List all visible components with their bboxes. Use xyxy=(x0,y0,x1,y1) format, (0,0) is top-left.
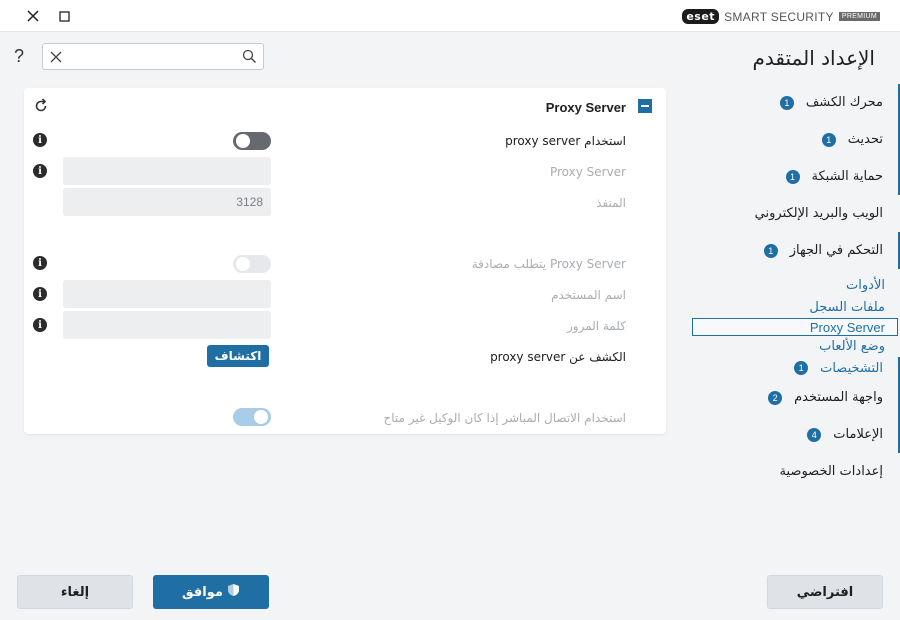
notification-badge: 1 xyxy=(821,132,836,147)
use-proxy-label: استخدام proxy server xyxy=(505,134,626,148)
sidebar-item-label: حماية الشبكة xyxy=(811,169,883,184)
sidebar-item-user-interface[interactable]: واجهة المستخدم 2 xyxy=(688,379,900,416)
notification-badge: 1 xyxy=(785,169,800,184)
password-field[interactable] xyxy=(63,311,271,339)
sidebar-item-notifications[interactable]: الإعلامات 4 xyxy=(688,416,900,453)
search-icon[interactable] xyxy=(242,49,257,64)
requires-auth-label: Proxy Server يتطلب مصادقة xyxy=(471,257,626,271)
ok-button-label: موافق xyxy=(182,584,223,600)
info-icon[interactable]: i xyxy=(33,318,47,332)
collapse-icon[interactable] xyxy=(638,99,652,113)
proxy-server-field[interactable] xyxy=(63,157,271,185)
sidebar-item-label: واجهة المستخدم xyxy=(794,390,883,405)
sidebar-item-web-email[interactable]: الويب والبريد الإلكتروني xyxy=(688,195,900,232)
toggle-knob xyxy=(236,257,250,271)
maximize-icon[interactable] xyxy=(54,6,74,26)
eset-logo: eset xyxy=(682,9,720,24)
port-label: المنفذ xyxy=(596,196,626,210)
proxy-server-panel: Proxy Server i استخدام proxy server i Pr… xyxy=(24,88,666,434)
sidebar-subitem-proxy-server[interactable]: Proxy Server xyxy=(692,318,898,336)
product-tier: PREMIUM xyxy=(838,12,880,21)
page-title: الإعداد المتقدم xyxy=(752,46,875,70)
sidebar: محرك الكشف 1 تحديث 1 حماية الشبكة 1 الويب و… xyxy=(688,84,900,490)
info-icon[interactable]: i xyxy=(33,133,47,147)
sidebar-item-device-control[interactable]: التحكم في الجهاز 1 xyxy=(688,232,900,269)
sidebar-item-label: إعدادات الخصوصية xyxy=(779,464,883,479)
sidebar-item-label: محرك الكشف xyxy=(805,95,883,110)
cancel-button[interactable]: إلغاء xyxy=(17,575,133,609)
sidebar-item-label: الإعلامات xyxy=(833,427,883,442)
notification-badge: 1 xyxy=(794,361,809,375)
direct-fallback-toggle[interactable] xyxy=(233,408,271,426)
shield-icon xyxy=(227,583,240,601)
sidebar-tools-group: الأدوات ملفات السجل Proxy Server وضع الأ… xyxy=(688,273,900,379)
search-box xyxy=(42,43,264,70)
sidebar-subitem-log-files[interactable]: ملفات السجل xyxy=(688,297,900,318)
info-icon[interactable]: i xyxy=(33,287,47,301)
requires-auth-toggle[interactable] xyxy=(233,255,271,273)
sidebar-item-label: التحكم في الجهاز xyxy=(789,243,883,258)
notification-badge: 4 xyxy=(807,427,822,442)
detect-proxy-label: الكشف عن proxy server xyxy=(490,350,626,364)
port-field[interactable] xyxy=(63,188,271,216)
sidebar-item-privacy-settings[interactable]: إعدادات الخصوصية xyxy=(688,453,900,490)
revert-icon[interactable] xyxy=(33,98,49,114)
sidebar-item-label: الويب والبريد الإلكتروني xyxy=(754,206,883,221)
notification-badge: 2 xyxy=(768,390,783,405)
toggle-knob xyxy=(254,410,268,424)
default-button-label: افتراضي xyxy=(796,584,854,600)
username-field[interactable] xyxy=(63,280,271,308)
toggle-knob xyxy=(236,134,250,148)
direct-fallback-label: استخدام الاتصال المباشر إذا كان الوكيل غ… xyxy=(383,411,626,425)
sidebar-item-label: التشخيصات xyxy=(820,360,883,376)
info-icon[interactable]: i xyxy=(33,256,47,270)
search-input[interactable] xyxy=(69,47,237,66)
sidebar-item-detection-engine[interactable]: محرك الكشف 1 xyxy=(688,84,900,121)
notification-badge: 1 xyxy=(779,95,794,110)
use-proxy-toggle[interactable] xyxy=(233,132,271,150)
password-label: كلمة المرور xyxy=(566,319,626,333)
detect-button[interactable]: اكتشاف xyxy=(207,345,269,367)
sidebar-subitem-gamer-mode[interactable]: وضع الألعاب xyxy=(688,336,900,357)
title-bar: eset SMART SECURITY PREMIUM xyxy=(0,0,900,32)
product-name: SMART SECURITY xyxy=(724,9,834,24)
close-icon[interactable] xyxy=(23,6,43,26)
proxy-server-label: Proxy Server xyxy=(549,165,626,179)
help-icon[interactable]: ? xyxy=(14,46,24,67)
cancel-button-label: إلغاء xyxy=(60,584,90,600)
sidebar-item-label: تحديث xyxy=(847,132,883,147)
info-icon[interactable]: i xyxy=(33,164,47,178)
sidebar-item-tools[interactable]: الأدوات xyxy=(688,273,900,297)
panel-title: Proxy Server xyxy=(545,100,626,115)
ok-button[interactable]: موافق xyxy=(153,575,269,609)
sidebar-item-network-protection[interactable]: حماية الشبكة 1 xyxy=(688,158,900,195)
clear-icon[interactable] xyxy=(49,49,63,63)
notification-badge: 1 xyxy=(763,243,778,258)
username-label: اسم المستخدم xyxy=(551,288,626,302)
default-button[interactable]: افتراضي xyxy=(767,575,883,609)
brand: eset SMART SECURITY PREMIUM xyxy=(682,9,880,24)
sidebar-item-update[interactable]: تحديث 1 xyxy=(688,121,900,158)
sidebar-item-diagnostics[interactable]: التشخيصات 1 xyxy=(688,357,900,379)
